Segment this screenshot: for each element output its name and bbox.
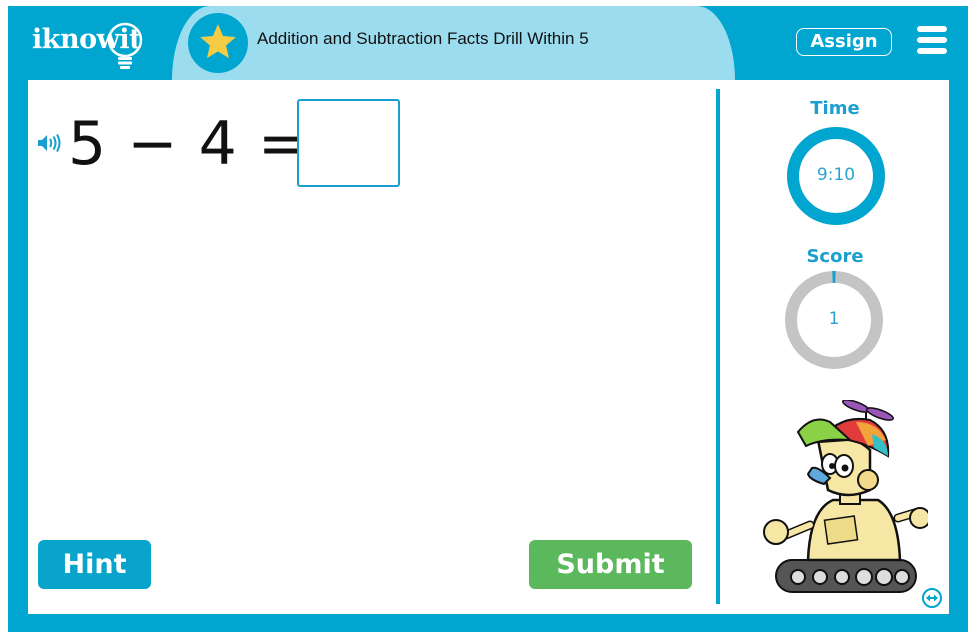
star-badge xyxy=(188,13,248,73)
hint-button[interactable]: Hint xyxy=(38,540,151,589)
star-icon xyxy=(200,24,236,59)
score-value: 1 xyxy=(828,309,840,329)
time-value: 9:10 xyxy=(816,165,856,185)
hamburger-menu-icon[interactable] xyxy=(917,26,947,54)
speaker-icon[interactable] xyxy=(37,133,63,153)
robot-mascot xyxy=(763,400,928,593)
answer-input[interactable] xyxy=(297,99,400,187)
submit-button[interactable]: Submit xyxy=(529,540,692,589)
activity-title: Addition and Subtraction Facts Drill Wit… xyxy=(257,29,589,48)
score-label: Score xyxy=(806,246,864,267)
iknowit-logo[interactable]: iknowit xyxy=(30,14,150,70)
lightbulb-icon xyxy=(107,22,143,69)
sidebar-divider xyxy=(716,89,720,604)
swap-layout-icon[interactable] xyxy=(921,587,943,609)
assign-button[interactable]: Assign xyxy=(796,28,892,56)
math-expression: 5 − 4 = xyxy=(68,109,310,179)
time-label: Time xyxy=(810,98,860,119)
